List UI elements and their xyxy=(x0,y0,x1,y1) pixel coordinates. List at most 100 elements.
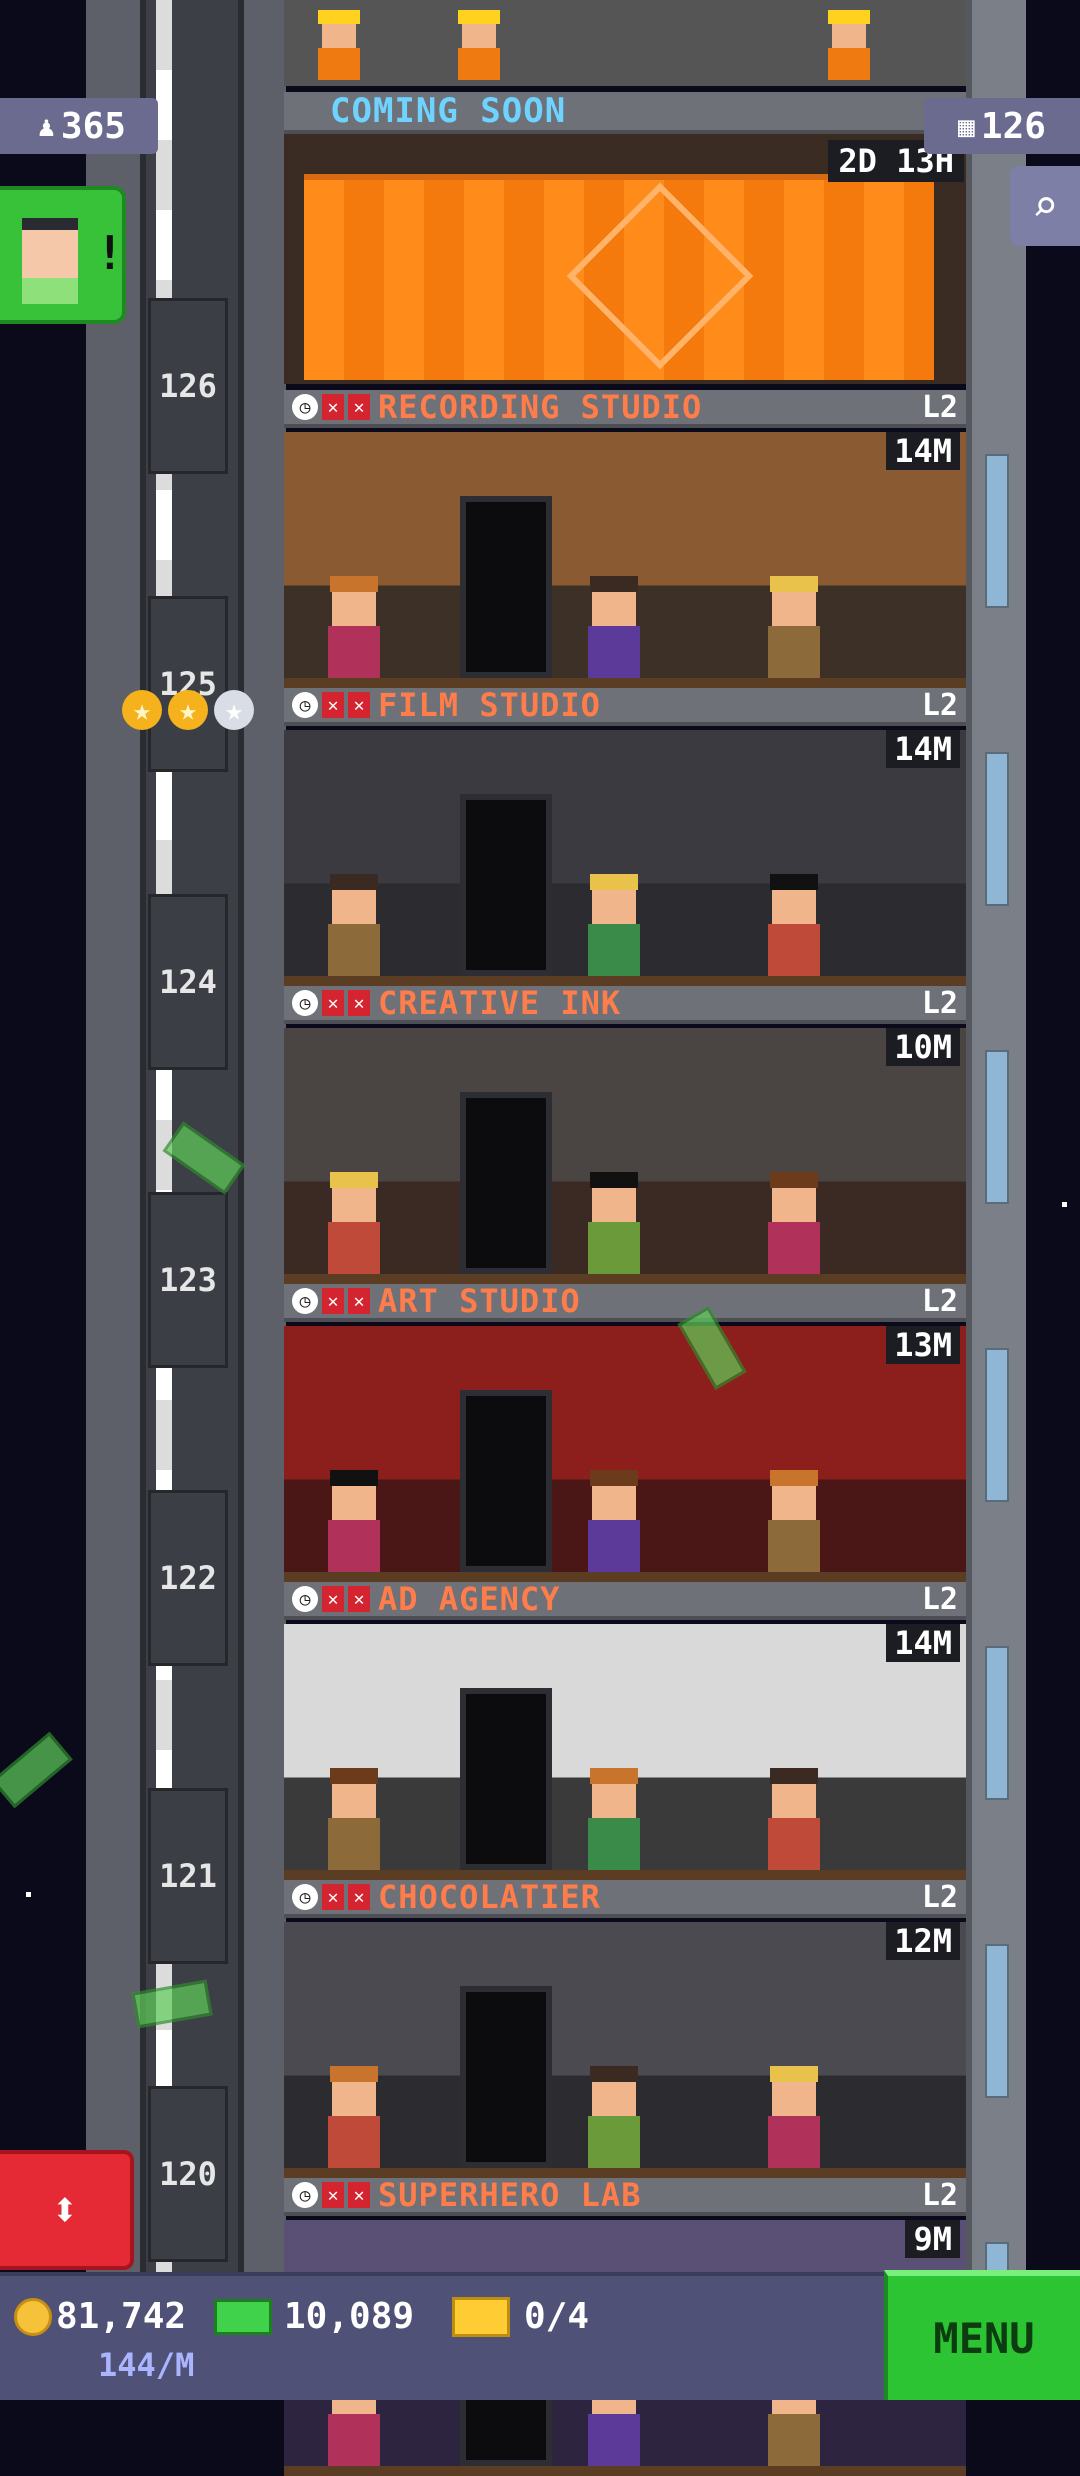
menu-button[interactable]: MENU xyxy=(884,2270,1080,2400)
floor-level: L2 xyxy=(921,1879,958,1915)
coins-display[interactable]: 81,742 xyxy=(14,2296,186,2337)
bitizen-worker[interactable] xyxy=(584,576,644,678)
construction-sign-icon xyxy=(566,182,754,370)
coins-value: 81,742 xyxy=(56,2296,187,2337)
floor-timer: 13M xyxy=(886,1326,960,1364)
construction-worker xyxy=(824,10,874,80)
tower-window xyxy=(985,1646,1009,1800)
elevator-door xyxy=(460,1986,552,2168)
empty-stock-icon: ✕ xyxy=(322,990,344,1016)
building-icon: ▦ xyxy=(958,109,975,143)
floor-interior[interactable] xyxy=(284,1922,966,2178)
floor-number-panel[interactable]: 126 xyxy=(148,298,228,474)
bitizen-worker[interactable] xyxy=(764,874,824,976)
floor-name: CREATIVE INK xyxy=(378,984,622,1022)
bux-value: 10,089 xyxy=(284,2296,415,2337)
construction-floor-bar[interactable]: COMING SOON xyxy=(284,91,966,134)
floor-121[interactable]: ◷ ✕ ✕ CHOCOLATIER L2 12M xyxy=(284,1878,966,2178)
bitizen-worker[interactable] xyxy=(324,1172,384,1274)
bitizen-worker[interactable] xyxy=(584,1768,644,1870)
empty-stock-icon: ✕ xyxy=(322,1586,344,1612)
empty-stock-icon: ✕ xyxy=(322,1884,344,1910)
clock-icon: ◷ xyxy=(292,1586,318,1612)
bux-icon xyxy=(214,2298,272,2335)
elevator-door xyxy=(460,1092,552,1274)
bitizen-worker[interactable] xyxy=(764,1768,824,1870)
floor-interior[interactable] xyxy=(284,730,966,986)
floor-title-bar[interactable]: ◷ ✕ ✕ SUPERHERO LAB L2 xyxy=(284,2176,966,2216)
floor-title-bar[interactable]: ◷ ✕ ✕ CHOCOLATIER L2 xyxy=(284,1878,966,1918)
empty-stock-icon: ✕ xyxy=(348,2182,370,2208)
tower-window xyxy=(985,1050,1009,1204)
empty-stock-icon: ✕ xyxy=(348,1586,370,1612)
clock-icon: ◷ xyxy=(292,990,318,1016)
floor-number-panel[interactable]: 122 xyxy=(148,1490,228,1666)
floor-interior[interactable] xyxy=(284,1624,966,1880)
bitizen-worker[interactable] xyxy=(324,576,384,678)
elevator-door xyxy=(460,1688,552,1870)
top-floor-scene[interactable] xyxy=(284,0,966,86)
floor-name: CHOCOLATIER xyxy=(378,1878,601,1916)
floor-title-bar[interactable]: ◷ ✕ ✕ ART STUDIO L2 xyxy=(284,1282,966,1322)
floors-badge[interactable]: ▦ 126 xyxy=(924,98,1080,154)
floor-level: L2 xyxy=(921,1581,958,1617)
bitizen-worker[interactable] xyxy=(764,576,824,678)
bitizen-worker[interactable] xyxy=(584,874,644,976)
bitizen-worker[interactable] xyxy=(584,1470,644,1572)
visitor-button[interactable]: ! xyxy=(0,186,126,324)
zoom-button[interactable]: ⌕ xyxy=(1010,166,1080,246)
floor-number-panel[interactable]: 121 xyxy=(148,1788,228,1964)
gold-star-icon: ★ xyxy=(168,690,208,730)
tickets-display[interactable]: 0/4 xyxy=(452,2296,589,2337)
floor-title-bar[interactable]: ◷ ✕ ✕ FILM STUDIO L2 xyxy=(284,686,966,726)
bitizen-worker[interactable] xyxy=(764,1172,824,1274)
floor-timer: 9M xyxy=(905,2220,960,2258)
bitizen-worker[interactable] xyxy=(324,2066,384,2168)
empty-stock-icon: ✕ xyxy=(348,990,370,1016)
bitizen-worker[interactable] xyxy=(584,2066,644,2168)
bitizen-worker[interactable] xyxy=(324,874,384,976)
floor-number-panel[interactable]: 125 xyxy=(148,596,228,772)
floating-bux-icon[interactable] xyxy=(0,1731,73,1809)
floor-interior[interactable] xyxy=(284,1028,966,1284)
empty-stock-icon: ✕ xyxy=(348,1884,370,1910)
tower-window xyxy=(985,454,1009,608)
floor-interior[interactable] xyxy=(284,432,966,688)
floor-122[interactable]: ◷ ✕ ✕ AD AGENCY L2 14M xyxy=(284,1580,966,1880)
clock-icon: ◷ xyxy=(292,394,318,420)
income-rate: 144/M xyxy=(98,2346,195,2384)
construction-curtain xyxy=(304,174,934,380)
floor-level: L2 xyxy=(921,985,958,1021)
population-badge[interactable]: ♟ 365 xyxy=(0,98,158,154)
floor-timer: 14M xyxy=(886,432,960,470)
magnifier-icon: ⌕ xyxy=(1031,180,1059,232)
floor-interior[interactable] xyxy=(284,1326,966,1582)
empty-stock-icon: ✕ xyxy=(322,1288,344,1314)
floor-126[interactable]: ◷ ✕ ✕ RECORDING STUDIO L2 14M xyxy=(284,388,966,688)
bux-display[interactable]: 10,089 xyxy=(214,2296,414,2337)
floor-124[interactable]: ◷ ✕ ✕ CREATIVE INK L2 10M xyxy=(284,984,966,1284)
floor-title-bar[interactable]: ◷ ✕ ✕ RECORDING STUDIO L2 xyxy=(284,388,966,428)
empty-stock-icon: ✕ xyxy=(348,394,370,420)
bitizen-worker[interactable] xyxy=(764,2066,824,2168)
bitizen-worker[interactable] xyxy=(324,1470,384,1572)
floor-name: FILM STUDIO xyxy=(378,686,601,724)
bitizen-worker[interactable] xyxy=(584,1172,644,1274)
floor-name: ART STUDIO xyxy=(378,1282,581,1320)
bitizen-worker[interactable] xyxy=(764,1470,824,1572)
bitizen-worker[interactable] xyxy=(324,1768,384,1870)
floor-number-panel[interactable]: 123 xyxy=(148,1192,228,1368)
construction-worker xyxy=(314,10,364,80)
floor-level: L2 xyxy=(921,687,958,723)
floor-name: RECORDING STUDIO xyxy=(378,388,703,426)
empty-stock-icon: ✕ xyxy=(322,394,344,420)
visitor-avatar-icon xyxy=(22,218,78,280)
floor-title-bar[interactable]: ◷ ✕ ✕ CREATIVE INK L2 xyxy=(284,984,966,1024)
elevator-button[interactable]: ⬍ xyxy=(0,2150,134,2270)
floor-125[interactable]: ◷ ✕ ✕ FILM STUDIO L2 14M xyxy=(284,686,966,986)
floor-number-panel[interactable]: 124 xyxy=(148,894,228,1070)
empty-stock-icon: ✕ xyxy=(348,692,370,718)
floor-123[interactable]: ◷ ✕ ✕ ART STUDIO L2 13M xyxy=(284,1282,966,1582)
floor-title-bar[interactable]: ◷ ✕ ✕ AD AGENCY L2 xyxy=(284,1580,966,1620)
floor-number-panel[interactable]: 120 xyxy=(148,2086,228,2262)
